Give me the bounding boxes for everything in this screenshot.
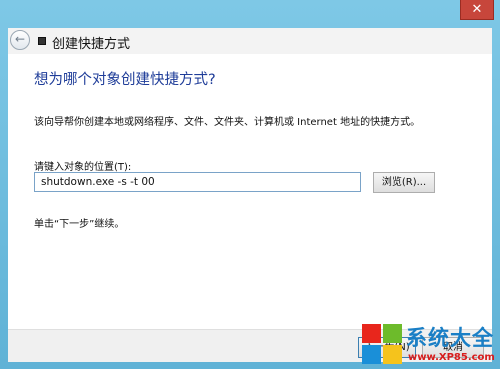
logo-tile-blue [362, 345, 381, 364]
back-button[interactable]: ← [10, 30, 30, 50]
next-hint-text: 单击“下一步”继续。 [34, 219, 125, 230]
site-watermark: 系统大全 www.XP85.com [362, 320, 500, 369]
watermark-url: www.XP85.com [408, 352, 495, 363]
shortcut-wizard-icon [38, 37, 46, 45]
description-text: 该向导帮你创建本地或网络程序、文件、文件夹、计算机或 Internet 地址的快… [34, 117, 421, 128]
logo-tile-yellow [383, 345, 402, 364]
location-input[interactable] [34, 172, 361, 192]
logo-tile-green [383, 324, 402, 343]
wizard-title: 创建快捷方式 [52, 37, 131, 52]
wizard-header: ← 创建快捷方式 [8, 28, 492, 55]
close-button[interactable]: ✕ [460, 0, 494, 20]
dialog-window: ✕ ← 创建快捷方式 想为哪个对象创建快捷方式? 该向导帮你创建本地或网络程序、… [0, 0, 500, 369]
logo-tile-red [362, 324, 381, 343]
browse-button[interactable]: 浏览(R)... [373, 172, 435, 193]
main-instruction: 想为哪个对象创建快捷方式? [34, 72, 216, 88]
back-arrow-icon: ← [14, 32, 26, 46]
watermark-name: 系统大全 [406, 326, 494, 350]
windows-logo-icon [362, 324, 402, 364]
close-icon: ✕ [471, 2, 483, 17]
location-label: 请键入对象的位置(T): [34, 162, 132, 173]
wizard-content: 想为哪个对象创建快捷方式? 该向导帮你创建本地或网络程序、文件、文件夹、计算机或… [8, 54, 492, 329]
